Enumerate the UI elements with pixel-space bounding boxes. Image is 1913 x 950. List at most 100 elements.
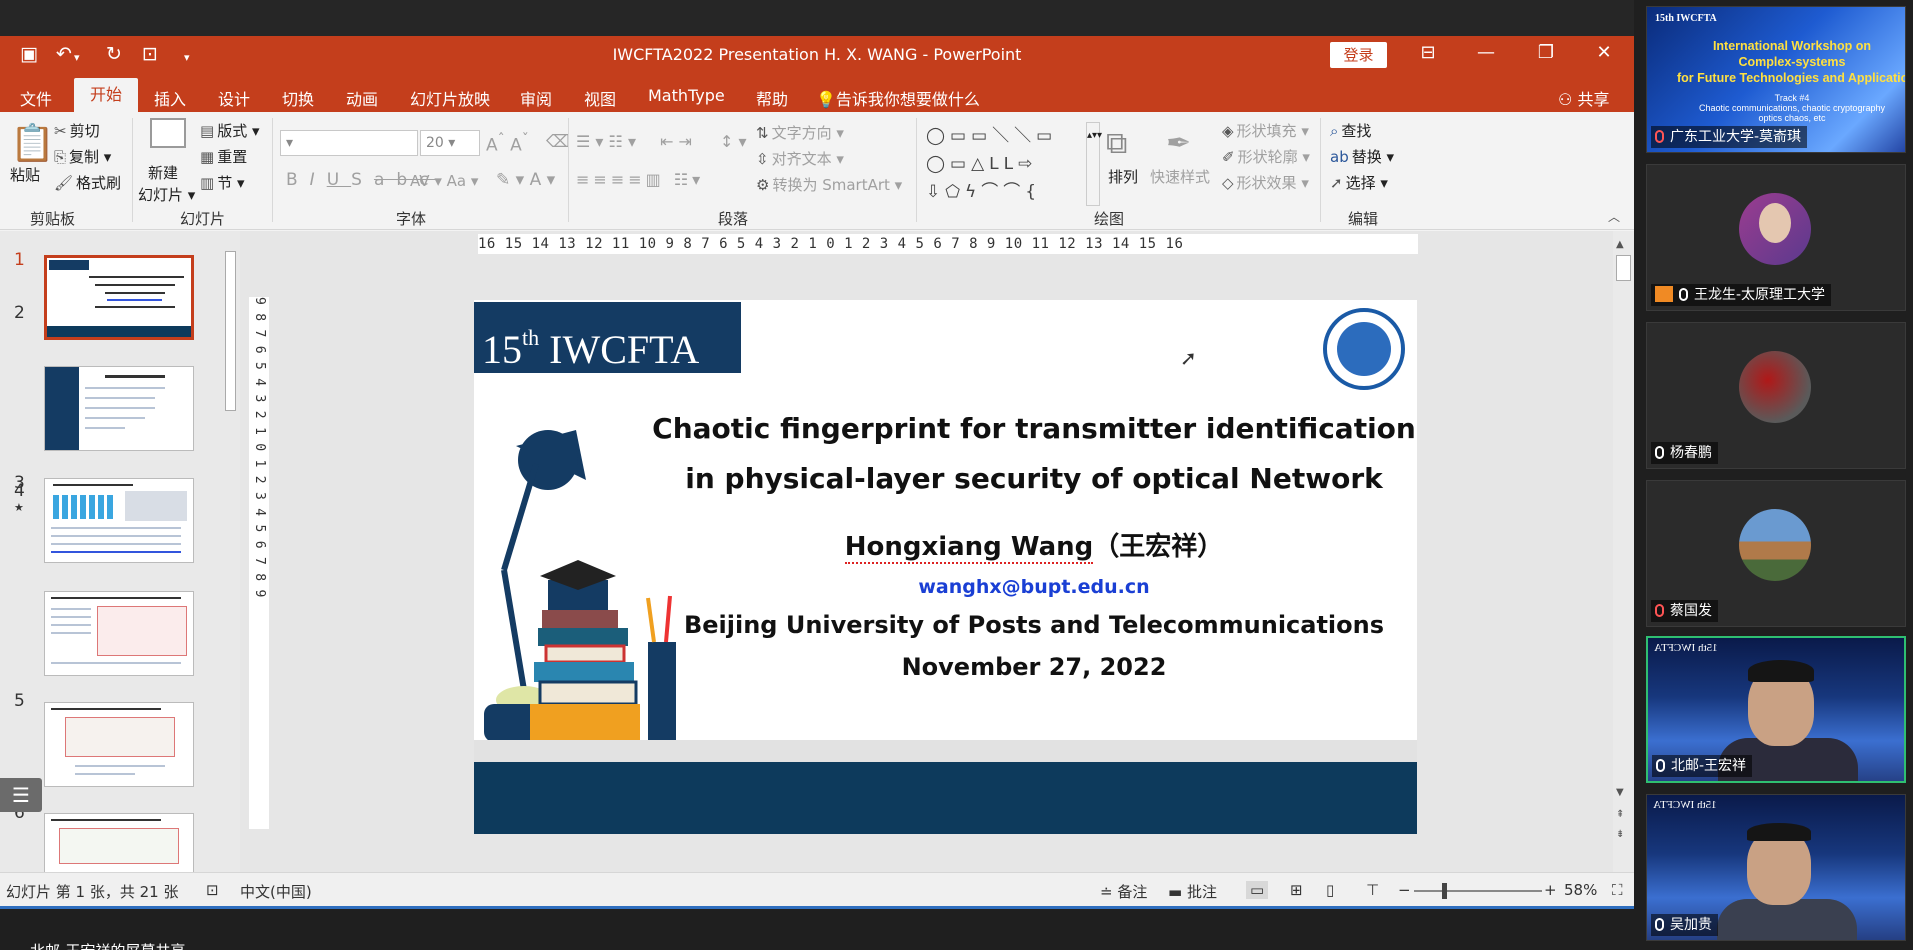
- scrollbar-thumb[interactable]: [225, 251, 236, 411]
- line-spacing-icon[interactable]: ↕ ▾: [720, 132, 747, 151]
- cut-button[interactable]: ✂ 剪切: [54, 120, 100, 141]
- format-painter-button[interactable]: 🖌 格式刷: [54, 172, 121, 193]
- ribbon-display-icon[interactable]: ⊟: [1408, 42, 1448, 63]
- new-slide-label[interactable]: 新建: [148, 162, 178, 183]
- restore-icon[interactable]: ❐: [1526, 42, 1566, 63]
- thumbnail-slide-2[interactable]: [44, 366, 194, 451]
- minimize-icon[interactable]: —: [1466, 42, 1506, 63]
- tab-design[interactable]: 设计: [218, 86, 250, 110]
- participant-tile[interactable]: 杨春鹏: [1646, 322, 1906, 469]
- scroll-down-icon[interactable]: ▼: [1616, 787, 1624, 798]
- comments-button[interactable]: ▬ 批注: [1168, 881, 1217, 902]
- arrange-button[interactable]: 排列: [1108, 166, 1138, 187]
- previous-slide-icon[interactable]: ⇞: [1616, 809, 1624, 820]
- spell-check-icon[interactable]: ⊡: [206, 881, 219, 899]
- normal-view-icon[interactable]: ▭: [1246, 881, 1269, 899]
- tab-mathtype[interactable]: MathType: [648, 86, 725, 105]
- quick-styles-icon[interactable]: ✒: [1166, 126, 1191, 161]
- paste-icon[interactable]: 📋: [10, 122, 55, 164]
- paste-button[interactable]: 粘贴: [10, 164, 40, 185]
- new-slide-dropdown[interactable]: 幻灯片 ▾: [138, 184, 195, 205]
- clear-format-icon[interactable]: ⌫: [546, 132, 570, 152]
- tab-slideshow[interactable]: 幻灯片放映: [410, 86, 490, 110]
- thumbnail-slide-5[interactable]: [44, 702, 194, 787]
- zoom-level[interactable]: 58%: [1564, 881, 1597, 899]
- mouse-cursor-icon: ➚: [1180, 346, 1197, 370]
- slide-sorter-icon[interactable]: ⊞: [1290, 881, 1303, 899]
- zoom-slider-handle[interactable]: [1442, 883, 1447, 899]
- copy-button[interactable]: ⎘ 复制 ▾: [54, 146, 111, 167]
- scrollbar-thumb[interactable]: [1616, 255, 1631, 281]
- language-indicator[interactable]: 中文(中国): [240, 881, 312, 902]
- slide-scrollbar[interactable]: ▲ ▼ ⇞ ⇟: [1613, 231, 1634, 872]
- font-size-combo[interactable]: 20 ▾: [420, 130, 480, 156]
- thumbnail-slide-1[interactable]: [44, 255, 194, 340]
- highlight-icon[interactable]: ✎ ▾ A ▾: [496, 170, 555, 190]
- layout-button[interactable]: ▤ 版式 ▾: [200, 120, 260, 141]
- tab-transitions[interactable]: 切换: [282, 86, 314, 110]
- quick-styles-button[interactable]: 快速样式: [1150, 166, 1210, 187]
- find-button[interactable]: ⌕ 查找: [1330, 120, 1371, 141]
- notes-button[interactable]: ≐ 备注: [1100, 881, 1147, 902]
- close-icon[interactable]: ✕: [1584, 42, 1624, 63]
- thumbnails-scrollbar[interactable]: [221, 231, 240, 872]
- arrange-icon[interactable]: ⧉: [1106, 126, 1127, 161]
- reset-button[interactable]: ▦ 重置: [200, 146, 247, 167]
- tab-home[interactable]: 开始: [74, 78, 138, 112]
- slideshow-view-icon[interactable]: ⊤: [1366, 881, 1379, 899]
- font-name-combo[interactable]: ▾: [280, 130, 418, 156]
- taskbar-accent-line: [0, 906, 1634, 909]
- shape-outline-button[interactable]: ✐ 形状轮廓 ▾: [1222, 146, 1310, 167]
- thumbnail-slide-3[interactable]: [44, 478, 194, 563]
- participant-tile[interactable]: 15th IWCFTA International Workshop on Co…: [1646, 6, 1906, 153]
- fit-to-window-icon[interactable]: ⛶: [1612, 881, 1623, 899]
- tab-help[interactable]: 帮助: [756, 86, 788, 110]
- thumb-line: [85, 427, 125, 429]
- mirrored-tag: 15th IWCFTA: [1654, 642, 1718, 654]
- align-text-button[interactable]: ⇳ 对齐文本 ▾: [756, 148, 844, 169]
- indent-icon[interactable]: ⇤ ⇥: [660, 132, 692, 151]
- smartart-button[interactable]: ⚙ 转换为 SmartArt ▾: [756, 174, 902, 195]
- screen-share-label[interactable]: 北邮-王宏祥的屏幕共享: [30, 940, 185, 950]
- tab-animations[interactable]: 动画: [346, 86, 378, 110]
- alignment-buttons[interactable]: ≡≡≡≡▥ ☷▾: [576, 170, 704, 189]
- select-button[interactable]: ➚ 选择 ▾: [1330, 172, 1388, 193]
- outline-view-icon[interactable]: ☰: [0, 778, 42, 812]
- zoom-slider[interactable]: [1414, 890, 1542, 892]
- new-slide-icon[interactable]: [150, 118, 186, 148]
- university-name: Beijing University of Posts and Telecomm…: [683, 611, 1385, 639]
- tab-insert[interactable]: 插入: [154, 86, 186, 110]
- participant-tile-active-speaker[interactable]: 15th IWCFTA 北邮-王宏祥: [1646, 636, 1906, 783]
- thumbnail-slide-4[interactable]: [44, 591, 194, 676]
- participant-tile[interactable]: 王龙生-太原理工大学: [1646, 164, 1906, 311]
- text-direction-button[interactable]: ⇅ 文字方向 ▾: [756, 122, 844, 143]
- reading-view-icon[interactable]: ▯: [1326, 881, 1334, 899]
- tab-view[interactable]: 视图: [584, 86, 616, 110]
- login-button[interactable]: 登录: [1330, 42, 1387, 68]
- thumbnail-slide-6[interactable]: [44, 813, 194, 873]
- next-slide-icon[interactable]: ⇟: [1616, 829, 1624, 840]
- grow-font-icon[interactable]: Aˆ Aˇ: [486, 132, 529, 156]
- zoom-in-icon[interactable]: +: [1544, 881, 1557, 899]
- powerpoint-window: ▣ ↶ ▾ ↻ ⊡ ▾ IWCFTA2022 Presentation H. X…: [0, 0, 1634, 906]
- section-button[interactable]: ▥ 节 ▾: [200, 172, 245, 193]
- participant-tile[interactable]: 蔡国发: [1646, 480, 1906, 627]
- zoom-out-icon[interactable]: −: [1398, 881, 1411, 899]
- shape-fill-button[interactable]: ◈ 形状填充 ▾: [1222, 120, 1309, 141]
- tab-review[interactable]: 审阅: [520, 86, 552, 110]
- smartart-icon: ⚙: [756, 176, 770, 194]
- tell-me-search[interactable]: 💡告诉我你想要做什么: [816, 86, 980, 110]
- share-button[interactable]: ⚇ 共享: [1558, 86, 1609, 110]
- shapes-gallery[interactable]: ◯▭▭＼＼▭ ◯▭△ᒪᒪ⇨ ⇩⬠ϟ⌒⌒{: [926, 122, 1086, 206]
- replace-button[interactable]: ab 替换 ▾: [1330, 146, 1394, 167]
- slide-canvas[interactable]: 15th IWCFTA Chaotic fingerprint for tran…: [474, 300, 1417, 834]
- bullets-icon[interactable]: ☰ ▾ ☷ ▾: [576, 132, 636, 151]
- tab-file[interactable]: 文件: [20, 86, 52, 110]
- shape-effects-button[interactable]: ◇ 形状效果 ▾: [1222, 172, 1309, 193]
- shapes-gallery-scroll[interactable]: ▴▾▾: [1086, 122, 1102, 206]
- participant-tile[interactable]: 15th IWCFTA 吴加贵: [1646, 794, 1906, 941]
- collapse-ribbon-icon[interactable]: ︿: [1608, 208, 1620, 225]
- char-spacing-icon[interactable]: AV ▾ Aa ▾: [410, 172, 478, 190]
- top-dark-strip: [0, 0, 1634, 36]
- scroll-up-icon[interactable]: ▲: [1616, 239, 1624, 250]
